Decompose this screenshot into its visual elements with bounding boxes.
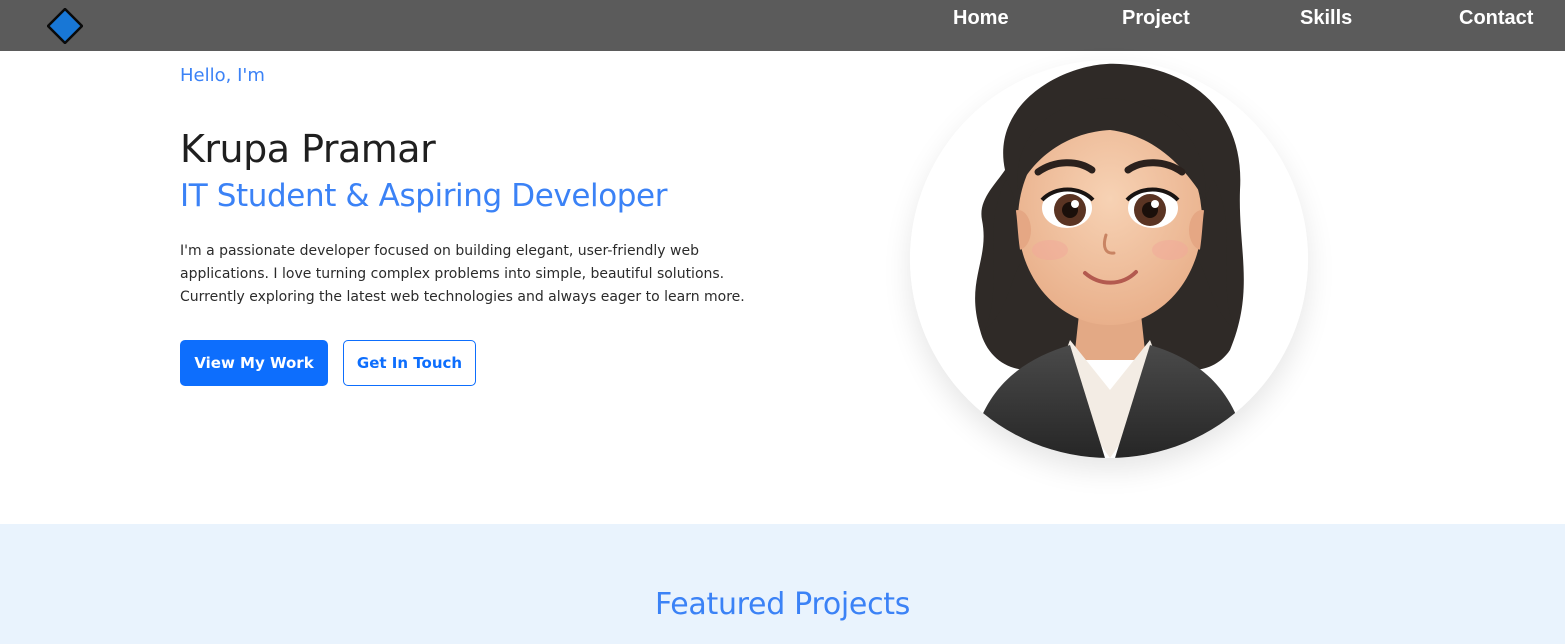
hero-role: IT Student & Aspiring Developer [180,178,668,214]
profile-illustration [910,60,1308,458]
get-in-touch-button[interactable]: Get In Touch [343,340,476,386]
nav-link-contact[interactable]: Contact [1459,0,1533,37]
nav-link-project[interactable]: Project [1122,0,1190,37]
hero-greeting: Hello, I'm [180,65,265,86]
nav-link-skills[interactable]: Skills [1300,0,1352,37]
featured-projects-section: Featured Projects [0,524,1565,644]
nav-link-home[interactable]: Home [953,0,1009,37]
featured-projects-title: Featured Projects [654,587,911,622]
view-my-work-button[interactable]: View My Work [180,340,328,386]
profile-avatar [910,60,1308,458]
hero-name: Krupa Pramar [180,127,436,171]
hero-section: Hello, I'm Krupa Pramar IT Student & Asp… [0,51,1565,524]
diamond-logo-icon[interactable] [47,8,83,44]
navbar: Home Project Skills Contact [0,0,1565,51]
hero-bio: I'm a passionate developer focused on bu… [180,243,745,305]
